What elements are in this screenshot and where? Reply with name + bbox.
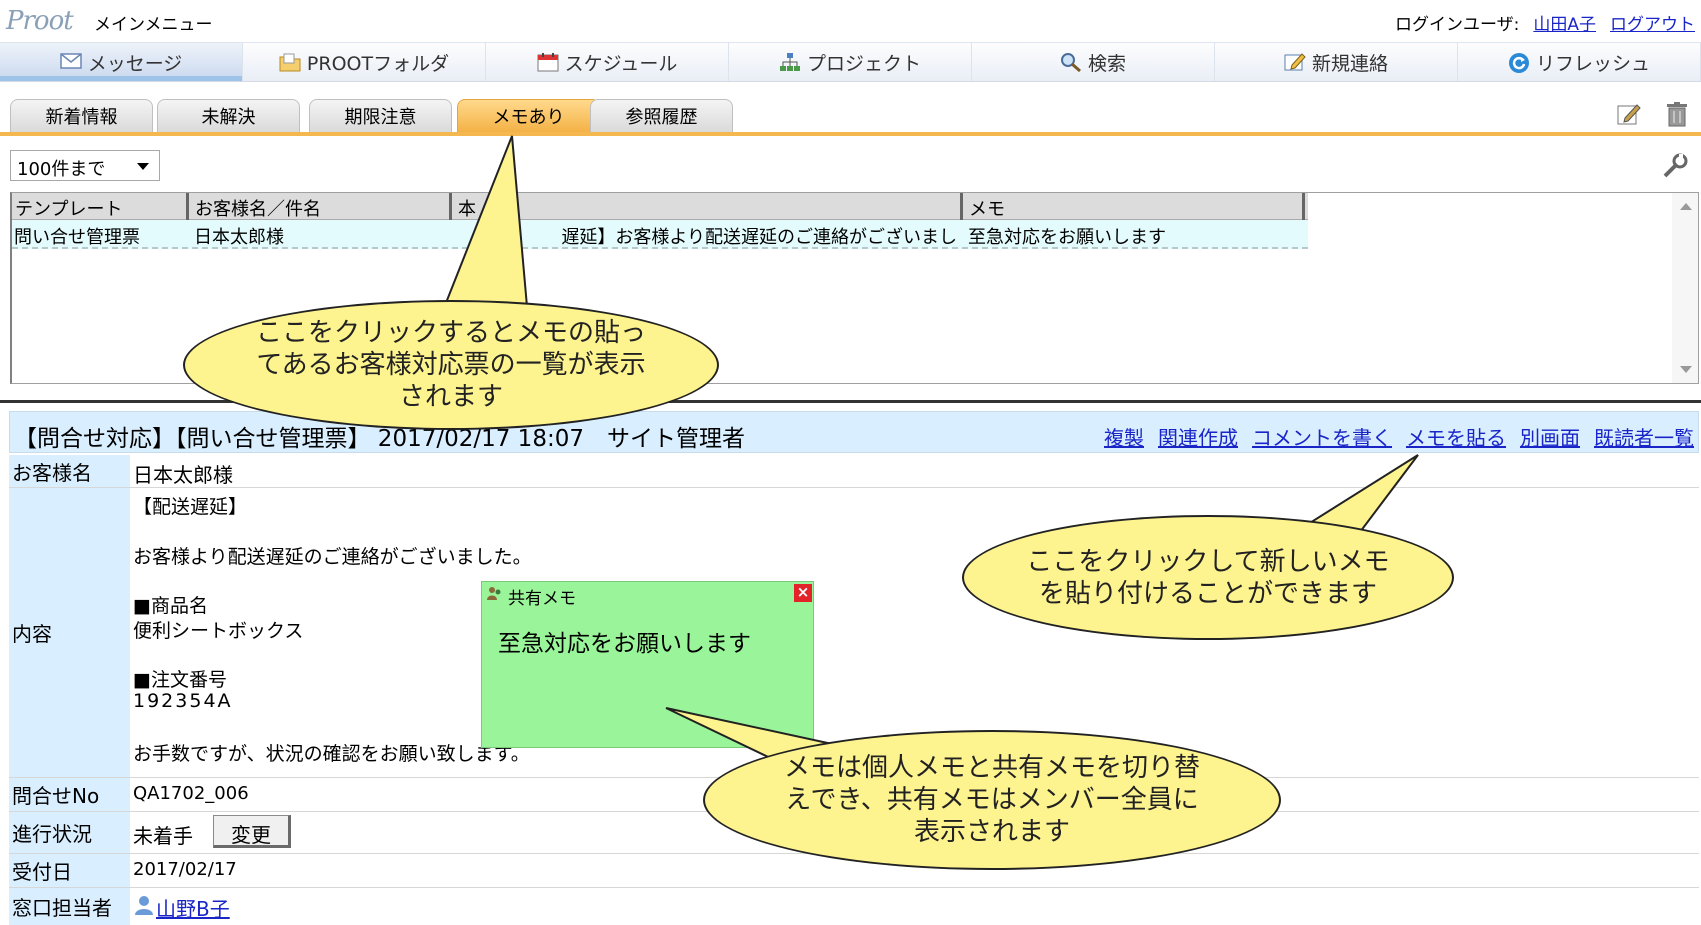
callout-memo-tab: ここをクリックするとメモの貼ってあるお客様対応票の一覧が表示されます bbox=[183, 300, 719, 430]
callout-text: ここをクリックするとメモの貼ってあるお客様対応票の一覧が表示されます bbox=[255, 318, 646, 412]
callout-attach-memo: ここをクリックして新しいメモを貼り付けることができます bbox=[962, 515, 1454, 640]
callout-memo-types: メモは個人メモと共有メモを切り替えでき、共有メモはメンバー全員に表示されます bbox=[703, 730, 1281, 870]
callout-text: ここをクリックして新しいメモを貼り付けることができます bbox=[1026, 546, 1390, 609]
callout-text: メモは個人メモと共有メモを切り替えでき、共有メモはメンバー全員に表示されます bbox=[783, 753, 1200, 847]
